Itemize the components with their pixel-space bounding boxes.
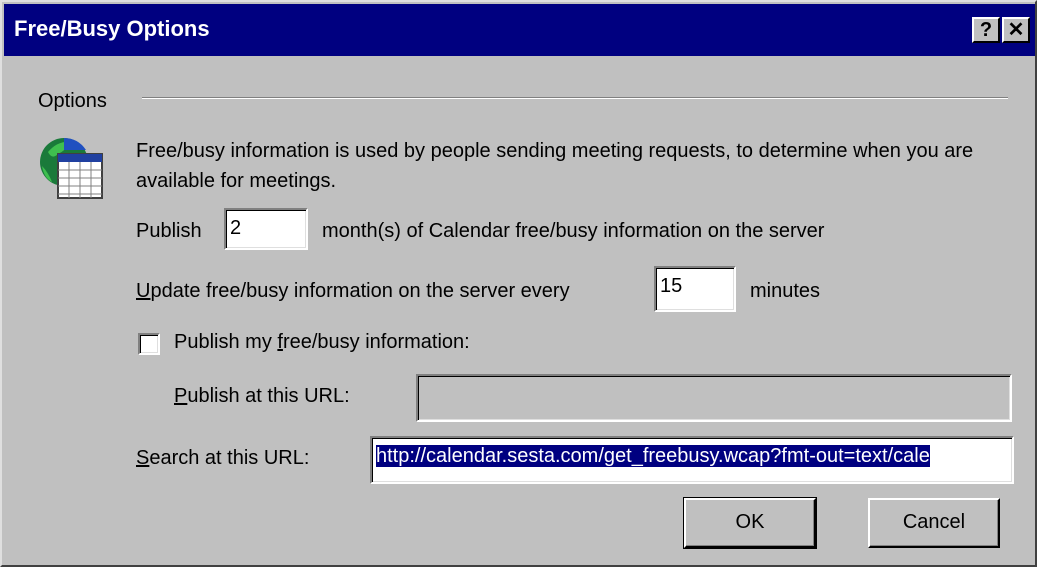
update-minutes-suffix: minutes [750,280,821,302]
publish-months-input[interactable]: 2 [224,208,308,250]
publish-url-label: Publish at this URL: [174,385,350,407]
ok-button[interactable]: OK [683,497,817,549]
update-minutes-input[interactable]: 15 [654,266,736,312]
publish-prefix-label: Publish [136,220,202,242]
free-busy-description: Free/busy information is used by people … [136,140,974,192]
globe-calendar-icon [40,138,103,199]
update-minutes-value: 15 [660,275,683,297]
publish-url-input[interactable] [416,374,1012,422]
close-button[interactable]: ✕ [1002,17,1030,43]
search-url-label: Search at this URL: [136,447,310,469]
search-url-input[interactable]: http://calendar.sesta.com/get_freebusy.w… [370,436,1014,484]
dialog-title: Free/Busy Options [14,16,210,41]
options-group-label: Options [38,90,107,112]
title-bar[interactable]: Free/Busy Options ? ✕ [4,4,1035,56]
cancel-button[interactable]: Cancel [868,498,1000,548]
publish-months-value: 2 [230,217,242,239]
free-busy-options-dialog: Free/Busy Options ? ✕ Options Free/busy … [0,0,1037,567]
help-button[interactable]: ? [972,17,1000,43]
update-interval-label: Update free/busy information on the serv… [136,280,570,302]
options-group-divider [142,97,1008,99]
publish-free-busy-checkbox[interactable] [138,333,160,355]
search-url-value: http://calendar.sesta.com/get_freebusy.w… [376,445,930,467]
publish-months-suffix: month(s) of Calendar free/busy informati… [322,220,825,242]
publish-free-busy-label[interactable]: Publish my free/busy information: [174,331,470,354]
